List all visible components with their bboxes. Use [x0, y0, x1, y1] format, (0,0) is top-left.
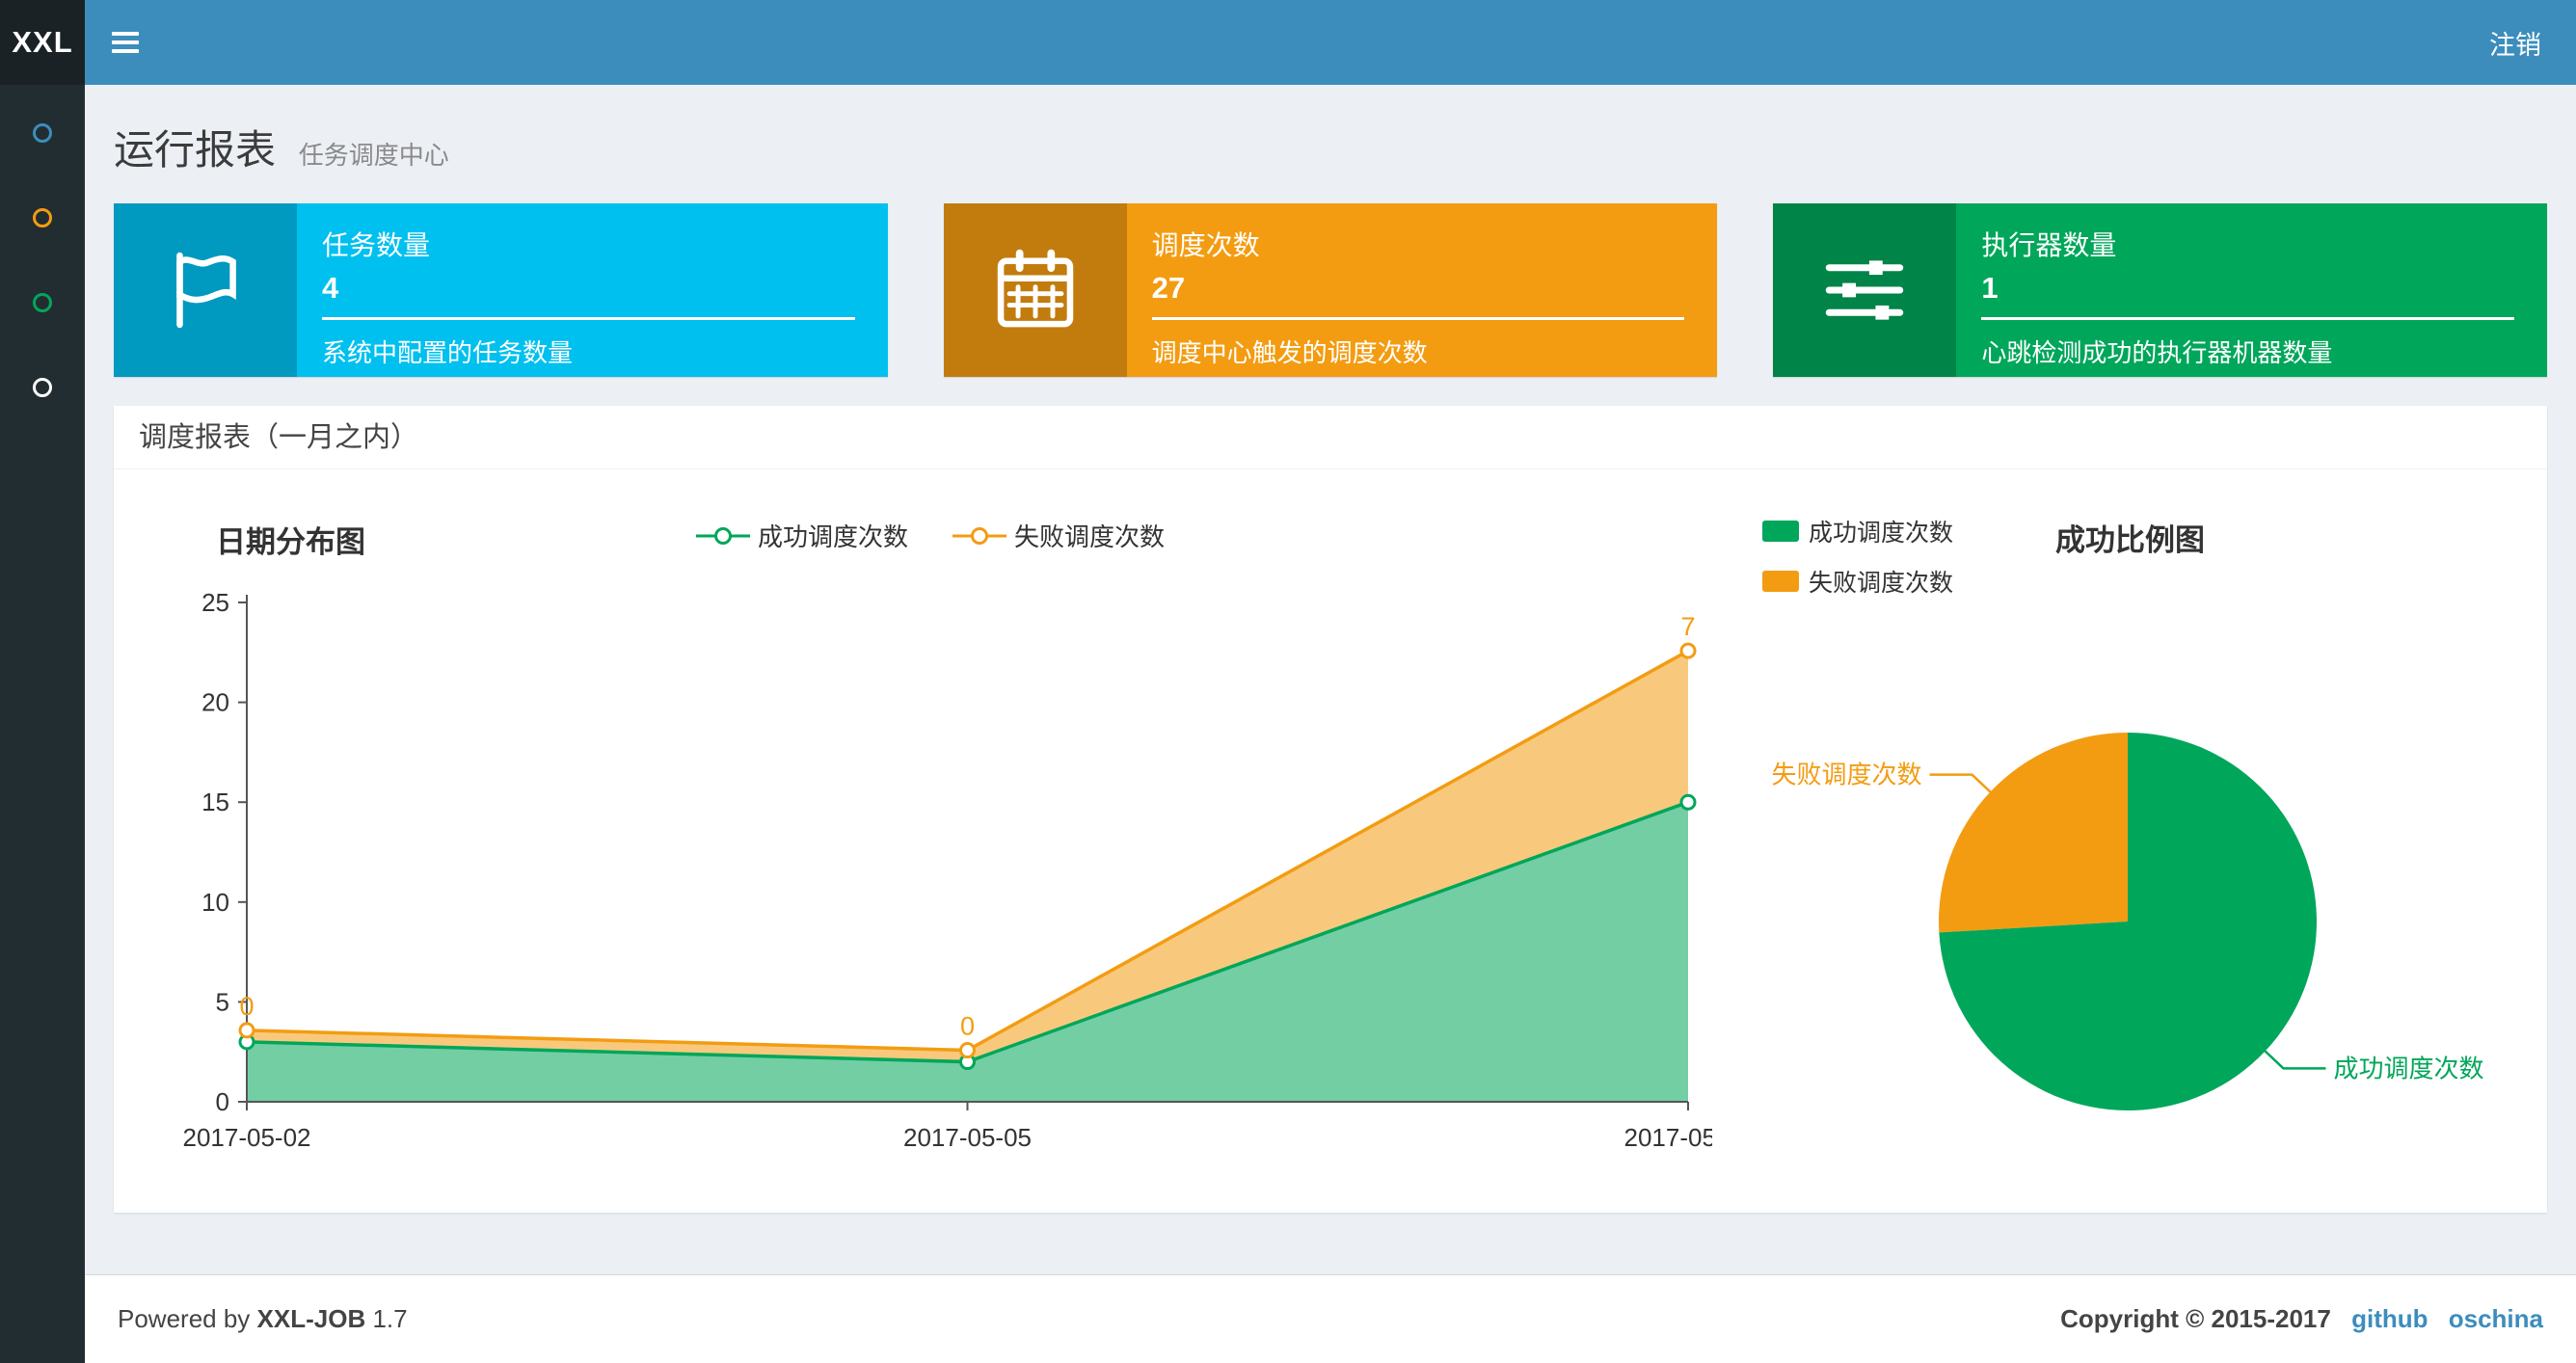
pie-chart-svg: 成功调度次数 失败调度次数	[1772, 733, 2483, 1110]
line-chart-block: 日期分布图 成功调度次数 失败调度次数 0 5 10 15 20 25 2017-05-02…	[123, 494, 1737, 1184]
svg-text:10: 10	[201, 888, 229, 917]
svg-text:失败调度次数: 失败调度次数	[1772, 761, 1922, 789]
divider	[322, 317, 855, 320]
page-subtitle: 任务调度中心	[298, 141, 449, 170]
stat-box-content: 任务数量 4 系统中配置的任务数量	[297, 203, 888, 377]
line-legend-item-0[interactable]: 成功调度次数	[695, 518, 908, 553]
content-area: 运行报表 任务调度中心 任务数量 4 系统中配置的任务数量 调度次数 27 调度…	[85, 85, 2576, 1274]
pie-chart-legend: 成功调度次数 失败调度次数	[1762, 514, 1953, 599]
stat-box-jobs: 任务数量 4 系统中配置的任务数量	[114, 203, 888, 377]
calendar-icon	[943, 203, 1127, 377]
stat-boxes-row: 任务数量 4 系统中配置的任务数量 调度次数 27 调度中心触发的调度次数 执行…	[85, 182, 2576, 377]
panel-body: 日期分布图 成功调度次数 失败调度次数 0 5 10 15 20 25 2017-05-02…	[114, 469, 2547, 1213]
sliders-icon	[1773, 203, 1957, 377]
page-title: 运行报表	[114, 127, 277, 173]
product-name: XXL-JOB	[256, 1304, 366, 1333]
svg-text:2017-05-02: 2017-05-02	[183, 1123, 311, 1152]
line-chart-svg: 05101520252017-05-022017-05-052017-05-08…	[183, 588, 1713, 1152]
legend-label: 失败调度次数	[1014, 522, 1166, 551]
circle-icon	[33, 208, 52, 227]
divider	[1981, 317, 2515, 320]
line-chart-title: 日期分布图	[216, 525, 365, 559]
sidebar-item-3[interactable]	[0, 378, 85, 463]
svg-text:5: 5	[216, 987, 229, 1016]
sidebar	[0, 85, 85, 1363]
legend-label: 失败调度次数	[1809, 570, 1954, 597]
line-chart-legend: 成功调度次数 失败调度次数	[123, 494, 1737, 553]
stat-value: 1	[1981, 271, 1999, 305]
flag-icon	[114, 203, 297, 377]
stat-box-content: 执行器数量 1 心跳检测成功的执行器机器数量	[1956, 203, 2547, 377]
pie-chart-block: 成功调度次数 失败调度次数 成功比例图 成功调度次数 失败调度次数	[1737, 494, 2537, 1184]
svg-text:20: 20	[201, 688, 229, 717]
footer: Powered by XXL-JOB 1.7 Copyright © 2015-…	[85, 1274, 2576, 1363]
svg-text:0: 0	[960, 1012, 975, 1041]
stat-label: 调度次数	[1151, 230, 1260, 260]
circle-icon	[33, 123, 52, 143]
stat-box-executors: 执行器数量 1 心跳检测成功的执行器机器数量	[1773, 203, 2548, 377]
sidebar-item-1[interactable]	[0, 208, 85, 293]
circle-icon	[33, 378, 52, 397]
line-chart-header: 日期分布图 成功调度次数 失败调度次数	[123, 494, 1737, 562]
stat-label: 任务数量	[322, 230, 431, 260]
page-header: 运行报表 任务调度中心	[85, 85, 2576, 182]
pie-legend-item-0[interactable]: 成功调度次数	[1762, 514, 1953, 548]
svg-text:7: 7	[1680, 612, 1695, 641]
legend-swatch-icon	[1762, 571, 1799, 592]
product-version: 1.7	[372, 1304, 408, 1333]
report-panel: 调度报表（一月之内） 日期分布图 成功调度次数 失败调度次数 0 5 10 15 20 2…	[114, 406, 2547, 1213]
app-logo[interactable]: XXL	[0, 0, 85, 85]
svg-text:2017-05-08: 2017-05-08	[1624, 1123, 1713, 1152]
logout-link[interactable]: 注销	[2489, 24, 2541, 62]
stat-value: 27	[1151, 271, 1186, 305]
legend-line-marker-icon	[953, 526, 1006, 545]
sidebar-toggle-button[interactable]	[85, 0, 166, 85]
panel-title: 调度报表（一月之内）	[114, 406, 2547, 469]
sidebar-item-2[interactable]	[0, 293, 85, 378]
footer-powered-by: Powered by XXL-JOB 1.7	[118, 1304, 408, 1334]
hamburger-icon	[112, 27, 139, 58]
stat-label: 执行器数量	[1981, 230, 2117, 260]
stat-description: 系统中配置的任务数量	[322, 338, 574, 367]
stat-description: 调度中心触发的调度次数	[1151, 338, 1428, 367]
svg-text:成功调度次数: 成功调度次数	[2333, 1054, 2483, 1082]
legend-swatch-icon	[1762, 521, 1799, 542]
pie-legend-item-1[interactable]: 失败调度次数	[1762, 564, 1953, 599]
copyright-text: Copyright © 2015-2017	[2060, 1304, 2331, 1333]
navbar-content: 注销	[85, 0, 2576, 85]
top-navbar: XXL 注销	[0, 0, 2576, 85]
legend-label: 成功调度次数	[1809, 520, 1954, 547]
legend-line-marker-icon	[695, 526, 750, 545]
footer-copyright: Copyright © 2015-2017 github oschina	[2060, 1304, 2543, 1334]
stat-value: 4	[322, 271, 339, 305]
powered-by-text: Powered by	[118, 1304, 251, 1333]
svg-text:0: 0	[239, 992, 254, 1021]
svg-text:2017-05-05: 2017-05-05	[903, 1123, 1032, 1152]
stat-box-triggers: 调度次数 27 调度中心触发的调度次数	[943, 203, 1718, 377]
divider	[1151, 317, 1685, 320]
stat-description: 心跳检测成功的执行器机器数量	[1981, 338, 2333, 367]
line-legend-item-1[interactable]: 失败调度次数	[953, 518, 1165, 553]
svg-text:25: 25	[201, 588, 229, 617]
svg-text:0: 0	[216, 1087, 229, 1116]
pie-chart-title: 成功比例图	[2055, 523, 2205, 557]
oschina-link[interactable]: oschina	[2449, 1304, 2543, 1333]
github-link[interactable]: github	[2351, 1304, 2428, 1333]
legend-label: 成功调度次数	[757, 522, 908, 551]
svg-text:15: 15	[201, 788, 229, 816]
circle-icon	[33, 293, 52, 312]
sidebar-item-0[interactable]	[0, 123, 85, 208]
stat-box-content: 调度次数 27 调度中心触发的调度次数	[1127, 203, 1718, 377]
